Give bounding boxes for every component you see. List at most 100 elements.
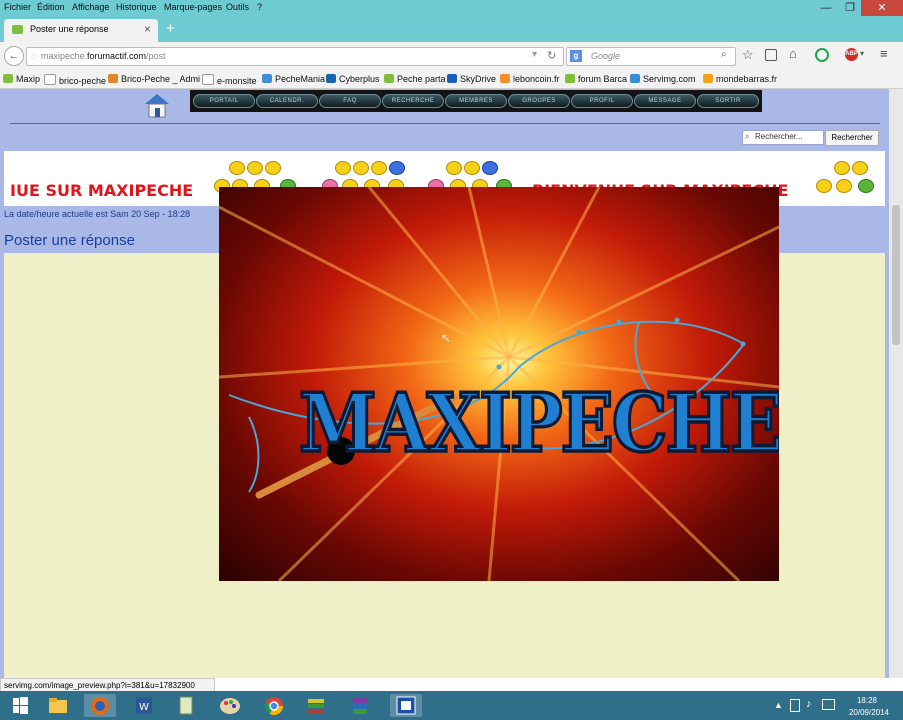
menu-help[interactable]: ? [257,2,262,12]
logo-title: MAXIPECHE [297,373,779,472]
servimg-icon [630,74,640,83]
google-icon[interactable]: g [570,50,582,62]
network-icon[interactable] [822,699,835,710]
bookmark-forum-barca-icon [565,74,575,83]
close-window-button[interactable]: ✕ [861,0,903,16]
tab-close-icon[interactable]: × [144,22,151,36]
search-bar[interactable]: g Google ⌕ [566,47,736,66]
search-icon[interactable]: ⌕ [721,49,727,60]
reload-icon[interactable]: ↻ [547,49,556,62]
menu-icon[interactable]: ≡ [880,46,888,61]
nav-messages-button[interactable]: MESSAGE [634,94,696,108]
bookmark-brico-peche[interactable]: brico-peche [44,74,106,86]
menu-edit[interactable]: Édition [37,2,65,12]
word-icon[interactable]: W [128,694,160,717]
bookmark-brico-peche-admin[interactable]: Brico-Peche _ Admi [108,74,200,84]
banner-text-left: IUE SUR MAXIPECHE [10,181,194,200]
home-icon[interactable]: ⌂ [789,46,797,61]
maximize-button[interactable]: ❐ [837,0,863,16]
bookmark-peche-parta-icon [384,74,394,83]
globe-icon: ◌ [31,51,37,61]
nav-profile-button[interactable]: PROFIL [571,94,633,108]
bookmark-servimg[interactable]: Servimg.com [630,74,696,84]
clock-date[interactable]: 20/09/2014 [846,708,892,717]
bookmark-cyberplus[interactable]: Cyberplus [326,74,380,84]
nav-portail-button[interactable]: PORTAIL [193,94,255,108]
header-divider [10,123,880,124]
menu-view[interactable]: Affichage [72,2,109,12]
adblock-icon[interactable]: ABP [845,48,858,61]
bookmark-brico-admin-icon [108,74,118,83]
skydrive-icon [447,74,457,83]
bookmark-pechemania[interactable]: PecheMania [262,74,325,84]
forum-nav-strip: PORTAIL CALENDR. FAQ RECHERCHE MEMBRES G… [190,90,762,112]
bookmark-e-monsite[interactable]: e-monsite [202,74,257,86]
menu-file[interactable]: Fichier [4,2,31,12]
chrome-icon[interactable] [258,694,290,717]
menu-bar: Fichier Édition Affichage Historique Mar… [0,0,903,16]
app-icon[interactable] [390,694,422,717]
tab-active[interactable]: Poster une réponse × [4,19,158,42]
nav-calendar-button[interactable]: CALENDR. [256,94,318,108]
bookmark-star-icon[interactable]: ☆ [742,47,754,63]
menu-history[interactable]: Historique [116,2,157,12]
svg-text:W: W [139,702,149,713]
url-text: maxipeche.forumactif.com/post [41,51,166,61]
current-datetime: La date/heure actuelle est Sam 20 Sep - … [4,209,191,219]
start-icon[interactable] [4,694,36,717]
file-explorer-icon[interactable] [42,694,74,717]
volume-icon[interactable]: ♪ [806,698,812,710]
nav-members-button[interactable]: MEMBRES [445,94,507,108]
tray-arrow-icon[interactable]: ▲ [774,700,783,710]
minimize-button[interactable]: — [813,0,839,16]
bookmark-maxip[interactable]: Maxip [3,74,40,84]
url-prefix: maxipeche. [41,51,88,61]
home-house-icon[interactable] [142,91,172,119]
url-domain: forumactif.com [87,51,147,61]
clipboard-icon[interactable] [765,49,777,61]
bookmark-leboncoin[interactable]: leboncoin.fr [500,74,560,84]
bookmark-e-monsite-icon [202,74,214,85]
scrollbar-thumb[interactable] [892,205,900,345]
menu-tools[interactable]: Outils [226,2,249,12]
bookmark-forum-barca[interactable]: forum Barca [565,74,627,84]
bookmark-cyberplus-icon [326,74,336,83]
paint-icon[interactable] [214,694,246,717]
bookmarks-bar: Maxip brico-peche Brico-Peche _ Admi e-m… [0,70,903,89]
nav-groups-button[interactable]: GROUPES [508,94,570,108]
bookmark-skydrive[interactable]: SkyDrive [447,74,496,84]
url-path: /post [146,51,166,61]
page-scrollbar[interactable] [889,89,903,678]
addon-icon[interactable] [815,48,829,62]
forum-search-placeholder: Rechercher... [755,132,803,141]
nav-logout-button[interactable]: SORTIR [697,94,759,108]
bookmark-peche-parta[interactable]: Peche parta [384,74,446,84]
back-icon[interactable]: ← [4,46,24,66]
magnifier-icon: ⌕ [745,132,750,141]
bookmark-mondebarras[interactable]: mondebarras.fr [703,74,777,84]
flag-icon[interactable] [790,699,800,712]
tab-bar: Poster une réponse × + [0,16,903,42]
nav-search-button[interactable]: RECHERCHE [382,94,444,108]
new-tab-button[interactable]: + [166,20,175,37]
taskbar: W ▲ ♪ [0,691,903,720]
adblock-dropdown-icon[interactable]: ▾ [860,49,864,58]
winrar-icon[interactable] [344,694,376,717]
navigation-bar: ← ◌ maxipeche.forumactif.com/post ▾ ↻ g … [0,42,903,71]
leboncoin-icon [500,74,510,83]
search-placeholder: Google [591,51,621,61]
nav-faq-button[interactable]: FAQ [319,94,381,108]
dropdown-arrow-icon[interactable]: ▾ [532,49,537,60]
page-title: Poster une réponse [4,232,135,249]
menu-bookmarks[interactable]: Marque-pages [164,2,222,12]
notes-icon[interactable] [170,694,202,717]
maxipeche-logo-image[interactable]: MAXIPECHE ↖ [219,187,779,581]
bookmark-brico-peche-icon [44,74,56,85]
firefox-icon[interactable] [84,694,116,717]
forum-tab-icon [12,25,23,34]
url-bar[interactable]: ◌ maxipeche.forumactif.com/post ▾ ↻ [26,47,564,66]
clock-time[interactable]: 18:28 [852,696,882,705]
forum-search-button[interactable]: Rechercher [825,130,879,146]
books-icon[interactable] [300,694,332,717]
forum-search-input[interactable]: ⌕ Rechercher... [742,130,824,145]
